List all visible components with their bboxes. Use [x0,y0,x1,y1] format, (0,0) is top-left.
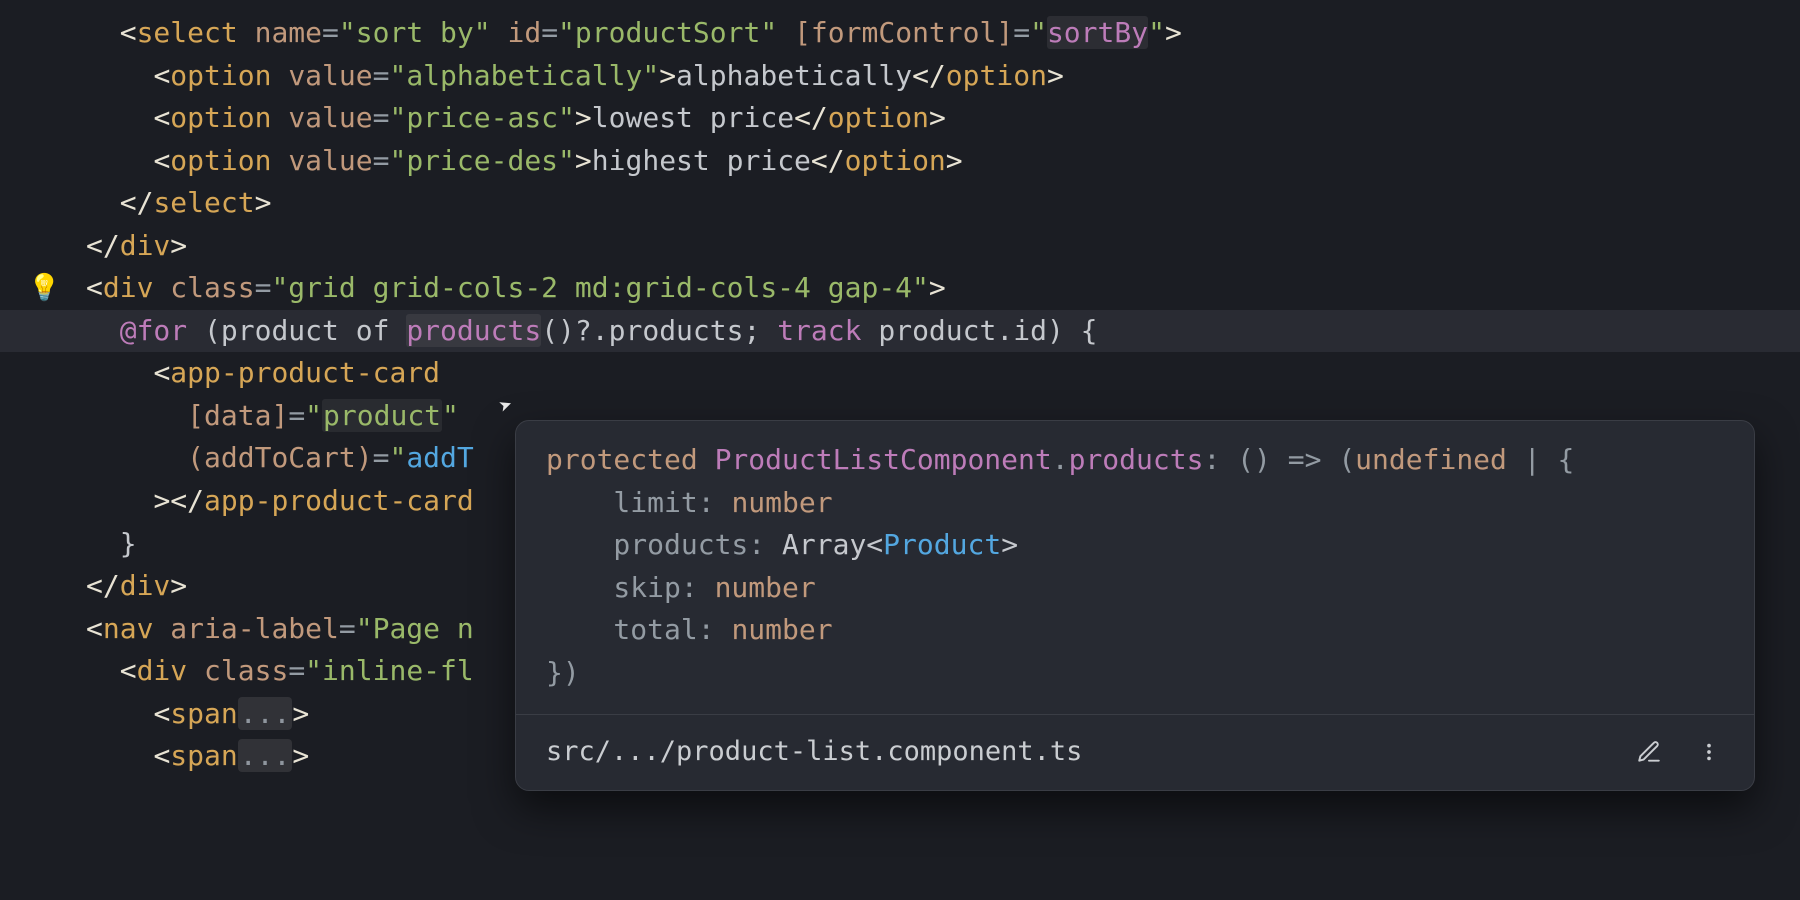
code-line-current: @for (product of products()?.products; t… [0,310,1800,353]
fold-indicator[interactable]: ... [238,739,293,772]
hover-body: protected ProductListComponent.products:… [516,421,1754,714]
hover-tooltip: protected ProductListComponent.products:… [515,420,1755,791]
code-line: <option value="price-asc">lowest price</… [0,97,1800,140]
code-editor[interactable]: <select name="sort by" id="productSort" … [0,0,1800,900]
hover-path: src/.../product-list.component.ts [546,731,1606,772]
fold-indicator[interactable]: ... [238,697,293,730]
code-line: </div> [0,225,1800,268]
code-line: <option value="alphabetically">alphabeti… [0,55,1800,98]
code-line: <select name="sort by" id="productSort" … [0,12,1800,55]
code-line: </select> [0,182,1800,225]
code-line: <option value="price-des">highest price<… [0,140,1800,183]
code-line: 💡<div class="grid grid-cols-2 md:grid-co… [0,267,1800,310]
hover-footer: src/.../product-list.component.ts [516,714,1754,790]
lightbulb-icon[interactable]: 💡 [28,269,60,309]
code-line: <app-product-card [0,352,1800,395]
more-vertical-icon[interactable] [1692,735,1726,769]
edit-icon[interactable] [1632,735,1666,769]
